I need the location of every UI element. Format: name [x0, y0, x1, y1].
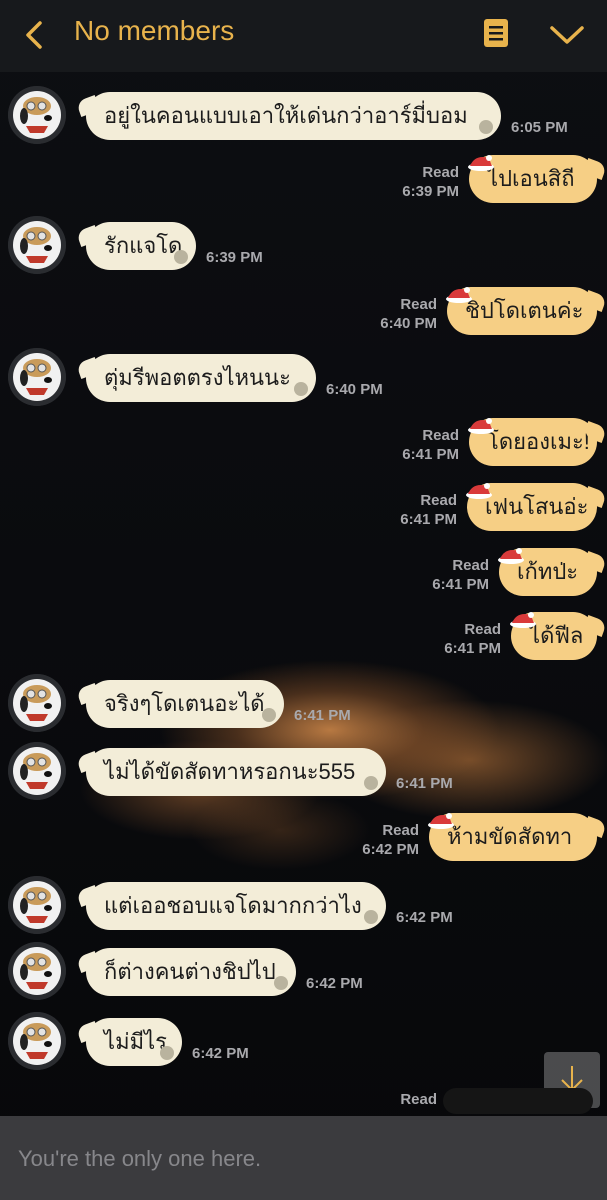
message-bubble[interactable]: ไปเอนสิถี — [468, 155, 597, 203]
santa-hat-icon — [467, 141, 495, 171]
santa-hat-icon — [509, 598, 537, 628]
chevron-down-icon[interactable] — [548, 20, 586, 50]
read-receipt: Read 6:42 PM — [362, 821, 419, 859]
read-receipt: Read 6:41 PM — [402, 426, 459, 464]
read-receipt: Read — [400, 1090, 437, 1109]
message-time: 6:39 PM — [402, 183, 459, 200]
outgoing-message: ชิปโดเตนค่ะ Read 6:40 PM — [0, 287, 607, 343]
outgoing-message: โดยองเมะ! Read 6:41 PM — [0, 418, 607, 474]
message-bubble[interactable]: เฟนโสนอ่ะ — [466, 483, 597, 531]
moon-decoration-icon — [274, 976, 288, 990]
avatar[interactable] — [8, 216, 66, 274]
message-time: 6:05 PM — [511, 119, 568, 136]
message-bubble[interactable]: ไม่มีไร — [86, 1018, 182, 1066]
moon-decoration-icon — [174, 250, 188, 264]
read-label: Read — [400, 296, 437, 313]
message-bubble[interactable]: รักแจโด — [86, 222, 196, 270]
avatar[interactable] — [8, 1012, 66, 1070]
input-bar[interactable]: You're the only one here. — [0, 1116, 607, 1200]
outgoing-message: ได้ฟีล Read 6:41 PM — [0, 612, 607, 668]
avatar[interactable] — [8, 674, 66, 732]
santa-hat-icon — [467, 404, 495, 434]
message-time: 6:40 PM — [380, 315, 437, 332]
message-bubble[interactable]: ก็ต่างคนต่างชิปไป — [86, 948, 296, 996]
incoming-message: จริงๆโดเตนอะได้ 6:41 PM — [0, 674, 607, 736]
message-bubble[interactable]: ตุ่มรีพอตตรงไหนนะ — [86, 354, 316, 402]
moon-decoration-icon — [364, 910, 378, 924]
incoming-message: ก็ต่างคนต่างชิปไป 6:42 PM — [0, 942, 607, 1004]
message-time: 6:42 PM — [396, 909, 453, 926]
menu-list-icon[interactable] — [482, 17, 510, 49]
message-bubble[interactable]: แต่เออชอบแจโดมากกว่าไง — [86, 882, 386, 930]
outgoing-message: เก้ทป่ะ Read 6:41 PM — [0, 548, 607, 604]
message-time: 6:41 PM — [402, 446, 459, 463]
message-time: 6:41 PM — [294, 707, 351, 724]
message-bubble[interactable]: ไม่ได้ขัดสัดทาหรอกนะ555 — [86, 748, 386, 796]
message-bubble[interactable]: ห้ามขัดสัดทา — [428, 813, 597, 861]
outgoing-message: ไปเอนสิถี Read 6:39 PM — [0, 155, 607, 211]
message-time: 6:42 PM — [192, 1045, 249, 1062]
avatar[interactable] — [8, 86, 66, 144]
message-time: 6:40 PM — [326, 381, 383, 398]
message-time: 6:41 PM — [400, 511, 457, 528]
santa-hat-icon — [445, 273, 473, 303]
message-bubble[interactable]: โดยองเมะ! — [468, 418, 597, 466]
moon-decoration-icon — [160, 1046, 174, 1060]
read-label: Read — [422, 427, 459, 444]
message-time: 6:41 PM — [432, 576, 489, 593]
read-receipt: Read 6:41 PM — [432, 556, 489, 594]
redacted-bubble — [443, 1088, 593, 1114]
message-time: 6:42 PM — [362, 841, 419, 858]
incoming-message: รักแจโด 6:39 PM — [0, 216, 607, 278]
message-time: 6:39 PM — [206, 249, 263, 266]
santa-hat-icon — [497, 534, 525, 564]
back-arrow-icon[interactable] — [18, 18, 52, 52]
message-bubble[interactable]: อยู่ในคอนแบบเอาให้เด่นกว่าอาร์มี่บอม — [86, 92, 501, 140]
chat-title: No members — [74, 15, 235, 46]
message-bubble[interactable]: จริงๆโดเตนอะได้ — [86, 680, 284, 728]
message-time: 6:42 PM — [306, 975, 363, 992]
avatar[interactable] — [8, 742, 66, 800]
read-label: Read — [422, 164, 459, 181]
message-time: 6:41 PM — [444, 640, 501, 657]
message-bubble[interactable]: ได้ฟีล — [510, 612, 597, 660]
read-label: Read — [464, 621, 501, 638]
moon-decoration-icon — [364, 776, 378, 790]
message-time: 6:41 PM — [396, 775, 453, 792]
avatar[interactable] — [8, 942, 66, 1000]
read-label: Read — [382, 822, 419, 839]
incoming-message: ไม่ได้ขัดสัดทาหรอกนะ555 6:41 PM — [0, 742, 607, 804]
incoming-message: แต่เออชอบแจโดมากกว่าไง 6:42 PM — [0, 876, 607, 938]
message-bubble[interactable]: เก้ทป่ะ — [498, 548, 597, 596]
incoming-message: อยู่ในคอนแบบเอาให้เด่นกว่าอาร์มี่บอม 6:05… — [0, 86, 607, 148]
avatar[interactable] — [8, 348, 66, 406]
read-receipt: Read 6:39 PM — [402, 163, 459, 201]
incoming-message: ตุ่มรีพอตตรงไหนนะ 6:40 PM — [0, 348, 607, 410]
chat-header: No members — [0, 0, 607, 72]
read-label: Read — [400, 1091, 437, 1108]
santa-hat-icon — [427, 799, 455, 829]
incoming-message: ไม่มีไร 6:42 PM — [0, 1012, 607, 1074]
read-label: Read — [420, 492, 457, 509]
avatar[interactable] — [8, 876, 66, 934]
outgoing-message: ห้ามขัดสัดทา Read 6:42 PM — [0, 813, 607, 869]
read-label: Read — [452, 557, 489, 574]
input-placeholder: You're the only one here. — [18, 1146, 262, 1171]
outgoing-message: เฟนโสนอ่ะ Read 6:41 PM — [0, 483, 607, 539]
moon-decoration-icon — [262, 708, 276, 722]
message-bubble[interactable]: ชิปโดเตนค่ะ — [446, 287, 597, 335]
moon-decoration-icon — [479, 120, 493, 134]
read-receipt: Read 6:41 PM — [444, 620, 501, 658]
read-receipt: Read 6:41 PM — [400, 491, 457, 529]
santa-hat-icon — [465, 469, 493, 499]
read-receipt: Read 6:40 PM — [380, 295, 437, 333]
moon-decoration-icon — [294, 382, 308, 396]
